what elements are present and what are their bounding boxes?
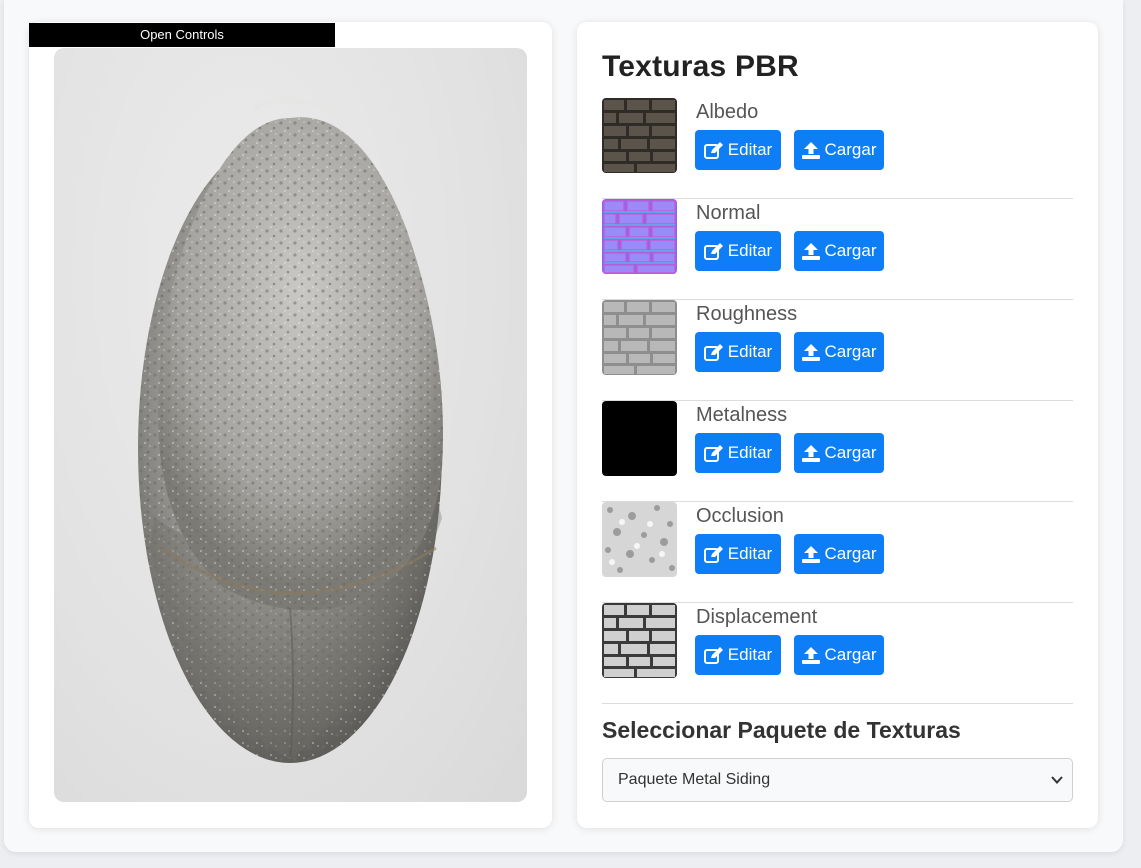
upload-icon — [801, 444, 820, 462]
panel-title: Texturas PBR — [602, 50, 799, 83]
edit-icon — [703, 444, 723, 462]
edit-icon — [703, 545, 723, 563]
edit-normal-button[interactable]: Editar — [695, 231, 781, 271]
edit-occlusion-button[interactable]: Editar — [695, 534, 781, 574]
upload-icon — [801, 343, 820, 361]
edit-label: Editar — [727, 443, 773, 462]
edit-albedo-button[interactable]: Editar — [695, 130, 781, 170]
edit-icon — [703, 242, 723, 260]
load-label: Cargar — [824, 544, 877, 563]
load-roughness-button[interactable]: Cargar — [794, 332, 884, 372]
load-label: Cargar — [824, 645, 877, 664]
upload-icon — [801, 646, 820, 664]
open-controls-button[interactable]: Open Controls — [29, 23, 335, 47]
texture-row-albedo: Albedo Editar Cargar — [602, 98, 1073, 199]
edit-label: Editar — [727, 241, 773, 260]
albedo-texture-thumbnail — [602, 98, 677, 173]
texture-package-select[interactable]: Paquete Metal Siding — [602, 758, 1073, 802]
upload-icon — [801, 242, 820, 260]
texture-row-occlusion: Occlusion Editar Cargar — [602, 502, 1073, 603]
occlusion-texture-thumbnail — [602, 502, 677, 577]
edit-icon — [703, 343, 723, 361]
displacement-texture-thumbnail — [602, 603, 677, 678]
chevron-down-icon — [1051, 776, 1063, 784]
upload-icon — [801, 141, 820, 159]
edit-label: Editar — [727, 342, 773, 361]
texture-name: Albedo — [696, 101, 759, 123]
load-label: Cargar — [824, 140, 877, 159]
3d-viewport[interactable] — [54, 48, 527, 802]
edit-icon — [703, 646, 723, 664]
load-label: Cargar — [824, 443, 877, 462]
texture-name: Metalness — [696, 404, 788, 426]
selected-package: Paquete Metal Siding — [618, 771, 771, 788]
edit-metalness-button[interactable]: Editar — [695, 433, 781, 473]
edit-roughness-button[interactable]: Editar — [695, 332, 781, 372]
edit-label: Editar — [727, 645, 773, 664]
package-section-title: Seleccionar Paquete de Texturas — [602, 717, 961, 743]
edit-label: Editar — [727, 544, 773, 563]
texture-name: Roughness — [696, 303, 798, 325]
upload-icon — [801, 545, 820, 563]
load-albedo-button[interactable]: Cargar — [794, 130, 884, 170]
edit-label: Editar — [727, 140, 773, 159]
load-label: Cargar — [824, 342, 877, 361]
texture-row-normal: Normal Editar Cargar — [602, 199, 1073, 300]
texture-name: Occlusion — [696, 505, 784, 527]
load-displacement-button[interactable]: Cargar — [794, 635, 884, 675]
load-metalness-button[interactable]: Cargar — [794, 433, 884, 473]
texture-row-displacement: Displacement Editar Cargar — [602, 603, 1073, 704]
edit-icon — [703, 141, 723, 159]
metalness-texture-thumbnail — [602, 401, 677, 476]
texture-row-roughness: Roughness Editar Cargar — [602, 300, 1073, 401]
normal-texture-thumbnail — [602, 199, 677, 274]
load-label: Cargar — [824, 241, 877, 260]
load-occlusion-button[interactable]: Cargar — [794, 534, 884, 574]
load-normal-button[interactable]: Cargar — [794, 231, 884, 271]
texture-row-metalness: Metalness Editar Cargar — [602, 401, 1073, 502]
rendered-mesh — [138, 97, 443, 763]
texture-name: Normal — [696, 202, 761, 224]
edit-displacement-button[interactable]: Editar — [695, 635, 781, 675]
roughness-texture-thumbnail — [602, 300, 677, 375]
texture-name: Displacement — [696, 606, 818, 628]
